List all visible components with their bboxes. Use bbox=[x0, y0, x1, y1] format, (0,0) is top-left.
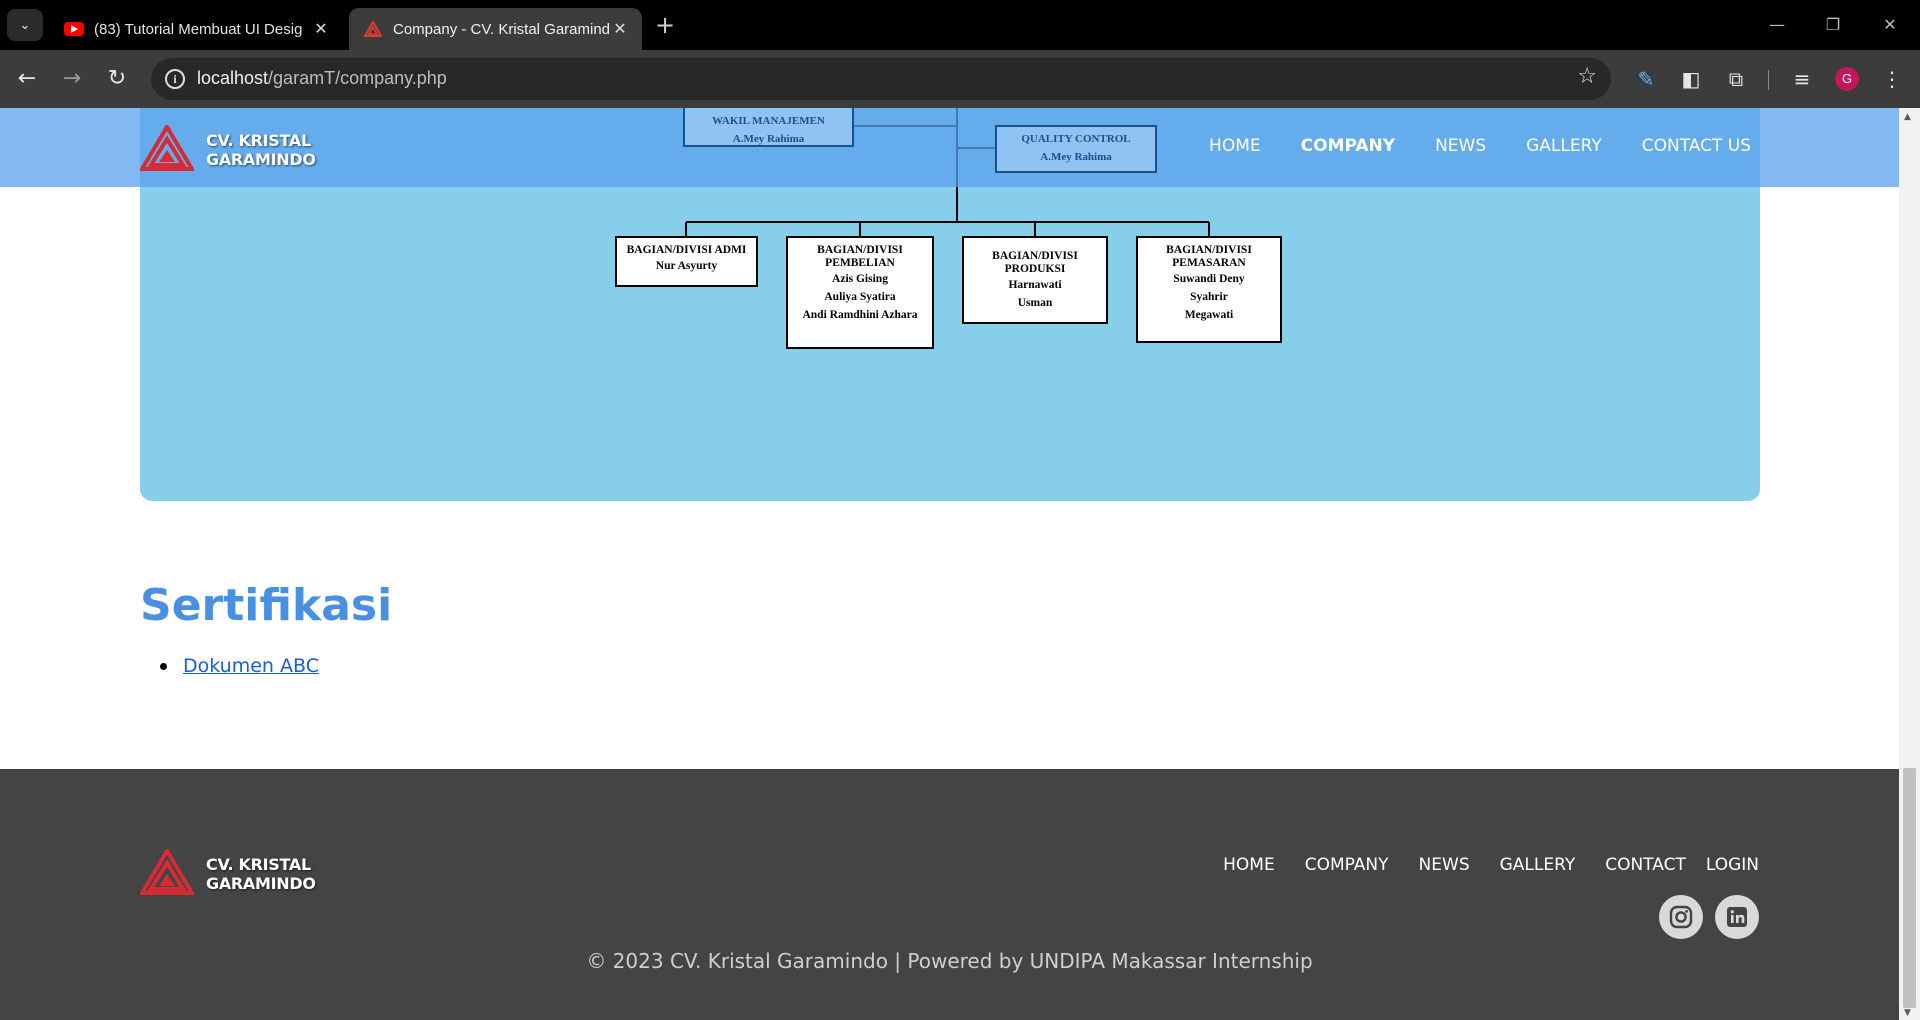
site-info-icon[interactable]: i bbox=[165, 69, 185, 89]
close-tab-icon[interactable]: ✕ bbox=[610, 19, 630, 39]
nav-gallery[interactable]: GALLERY bbox=[1526, 136, 1602, 156]
footer-link-login[interactable]: LOGIN bbox=[1706, 855, 1759, 875]
browser-tab-strip: ⌄ (83) Tutorial Membuat UI Desig ✕ Compa… bbox=[0, 0, 1920, 50]
toolbar-separator bbox=[1768, 70, 1769, 90]
footer-brand[interactable]: CV. KRISTAL GARAMINDO bbox=[138, 847, 316, 899]
address-bar[interactable]: i localhost/garamT/company.php ☆ bbox=[151, 58, 1611, 100]
site-navbar: WAKIL MANAJEMEN A.Mey Rahima QUALITY CON… bbox=[0, 108, 1899, 187]
close-tab-icon[interactable]: ✕ bbox=[311, 19, 331, 39]
url-text[interactable]: localhost/garamT/company.php bbox=[197, 68, 447, 89]
triangle-logo-icon bbox=[363, 21, 383, 37]
org-division-admin: BAGIAN/DIVISI ADMI Nur Asyurty bbox=[615, 236, 758, 287]
scrollbar-thumb[interactable] bbox=[1903, 768, 1916, 1008]
tab-title: Company - CV. Kristal Garamindo bbox=[393, 20, 610, 38]
restore-icon[interactable]: ❐ bbox=[1813, 10, 1853, 40]
youtube-icon bbox=[64, 21, 84, 37]
media-queue-icon[interactable]: ≡ bbox=[1786, 63, 1818, 95]
company-logo-icon bbox=[138, 123, 196, 175]
extensions-puzzle-icon[interactable]: ⧉ bbox=[1720, 63, 1752, 95]
page-scrollbar[interactable]: ▲ ▼ bbox=[1899, 108, 1920, 1020]
browser-tab-youtube[interactable]: (83) Tutorial Membuat UI Desig ✕ bbox=[50, 8, 343, 50]
browser-tab-company[interactable]: Company - CV. Kristal Garamindo ✕ bbox=[349, 8, 642, 50]
nav-home[interactable]: HOME bbox=[1209, 136, 1261, 156]
pen-extension-icon[interactable]: ✎ bbox=[1630, 63, 1662, 95]
tab-search-button[interactable]: ⌄ bbox=[7, 9, 43, 41]
certification-list: Dokumen ABC bbox=[160, 655, 319, 677]
site-footer: CV. KRISTAL GARAMINDO HOME COMPANY NEWS … bbox=[0, 769, 1899, 1020]
footer-link-news[interactable]: NEWS bbox=[1419, 855, 1470, 875]
footer-link-home[interactable]: HOME bbox=[1223, 855, 1275, 875]
minimize-icon[interactable]: — bbox=[1757, 10, 1797, 40]
copyright-text: © 2023 CV. Kristal Garamindo | Powered b… bbox=[586, 949, 1313, 973]
org-division-pembelian: BAGIAN/DIVISI PEMBELIAN Azis Gising Auli… bbox=[786, 236, 934, 349]
social-links bbox=[1659, 895, 1759, 939]
profile-avatar[interactable]: G bbox=[1835, 67, 1859, 91]
bookmark-star-icon[interactable]: ☆ bbox=[1577, 64, 1597, 89]
bullet-icon bbox=[160, 662, 167, 670]
header-brand[interactable]: CV. KRISTAL GARAMINDO bbox=[138, 123, 316, 175]
company-logo-icon bbox=[138, 847, 196, 899]
main-nav: HOME COMPANY NEWS GALLERY CONTACT US bbox=[1209, 136, 1751, 156]
new-tab-button[interactable]: + bbox=[650, 10, 680, 40]
instagram-icon[interactable] bbox=[1659, 895, 1703, 939]
nav-contact-us[interactable]: CONTACT US bbox=[1642, 136, 1751, 156]
scroll-down-icon[interactable]: ▼ bbox=[1904, 1008, 1911, 1018]
org-quality-control: QUALITY CONTROL A.Mey Rahima bbox=[995, 125, 1157, 173]
brand-line2: GARAMINDO bbox=[206, 150, 316, 169]
footer-nav: HOME COMPANY NEWS GALLERY CONTACT LOGIN bbox=[1193, 855, 1759, 875]
nav-company[interactable]: COMPANY bbox=[1301, 136, 1395, 156]
document-link[interactable]: Dokumen ABC bbox=[183, 655, 319, 677]
close-window-icon[interactable]: ✕ bbox=[1870, 10, 1910, 40]
org-division-pemasaran: BAGIAN/DIVISI PEMASARAN Suwandi Deny Sya… bbox=[1136, 236, 1282, 343]
certification-heading: Sertifikasi bbox=[140, 580, 393, 631]
org-wakil-manajemen: WAKIL MANAJEMEN A.Mey Rahima bbox=[683, 108, 854, 147]
footer-link-gallery[interactable]: GALLERY bbox=[1500, 855, 1576, 875]
page-viewport: BAGIAN/DIVISI ADMI Nur Asyurty BAGIAN/DI… bbox=[0, 108, 1899, 1020]
scroll-up-icon[interactable]: ▲ bbox=[1904, 112, 1911, 122]
browser-toolbar: ← → ↻ i localhost/garamT/company.php ☆ ✎… bbox=[0, 50, 1920, 108]
back-icon[interactable]: ← bbox=[11, 63, 43, 95]
reload-icon[interactable]: ↻ bbox=[101, 63, 133, 95]
forward-icon[interactable]: → bbox=[56, 63, 88, 95]
brand-line1: CV. KRISTAL bbox=[206, 855, 311, 874]
footer-link-company[interactable]: COMPANY bbox=[1305, 855, 1389, 875]
menu-kebab-icon[interactable]: ⋮ bbox=[1876, 63, 1908, 95]
brand-line2: GARAMINDO bbox=[206, 874, 316, 893]
brand-line1: CV. KRISTAL bbox=[206, 131, 311, 150]
linkedin-icon[interactable] bbox=[1715, 895, 1759, 939]
footer-link-contact[interactable]: CONTACT bbox=[1605, 855, 1686, 875]
list-item: Dokumen ABC bbox=[160, 655, 319, 677]
nav-news[interactable]: NEWS bbox=[1435, 136, 1486, 156]
org-division-produksi: BAGIAN/DIVISI PRODUKSI Harnawati Usman bbox=[962, 236, 1108, 324]
extension-toggle-icon[interactable]: ◧ bbox=[1675, 63, 1707, 95]
tab-title: (83) Tutorial Membuat UI Desig bbox=[94, 20, 303, 38]
